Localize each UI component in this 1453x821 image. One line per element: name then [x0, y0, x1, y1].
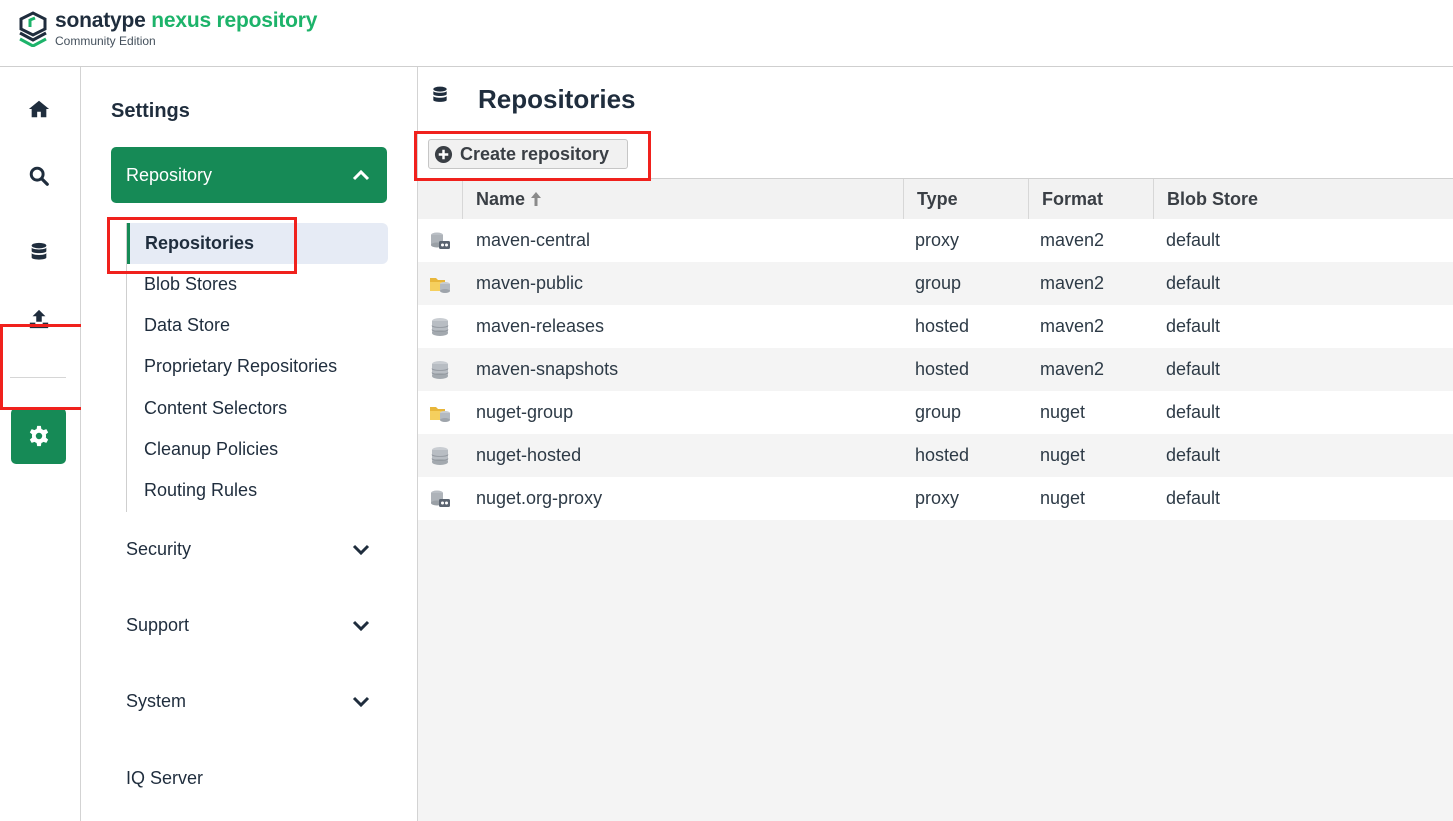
cell-format: nuget	[1040, 488, 1086, 508]
cell-type: group	[915, 402, 962, 422]
chevron-down-icon	[352, 620, 370, 631]
settings-nav: Settings Repository Repositories Blob St…	[81, 67, 418, 821]
cell-name: nuget-hosted	[476, 445, 582, 465]
column-header-format[interactable]: Format	[1028, 179, 1153, 219]
cell-format: maven2	[1040, 316, 1105, 336]
nav-group-label: Support	[126, 615, 190, 635]
group-repo-icon	[429, 274, 451, 294]
table-body: maven-central proxy maven2 default maven-pub…	[418, 219, 1453, 520]
cell-format: nuget	[1040, 402, 1086, 422]
edition-label: Community Edition	[55, 34, 156, 48]
nav-group-label: IQ Server	[126, 768, 204, 788]
table-row[interactable]: maven-central proxy maven2 default	[418, 219, 1453, 262]
column-header-type[interactable]: Type	[903, 179, 1028, 219]
page-title: Repositories	[478, 84, 636, 114]
proxy-repo-icon	[429, 489, 451, 509]
hosted-repo-icon	[429, 446, 451, 466]
table-row[interactable]: nuget-group group nuget default	[418, 391, 1453, 434]
database-icon	[433, 86, 447, 102]
nav-group-support[interactable]: Support	[126, 615, 371, 636]
rail-search-button[interactable]	[25, 162, 53, 190]
icon-rail	[0, 67, 81, 821]
nav-group-repository[interactable]: Repository	[111, 147, 387, 203]
nav-item-data-store[interactable]: Data Store	[144, 315, 230, 336]
sort-ascending-icon	[531, 192, 542, 206]
nav-title: Settings	[111, 100, 190, 122]
cell-blob-store: default	[1166, 445, 1221, 465]
brand-name: sonatype	[55, 9, 146, 32]
table-row[interactable]: maven-public group maven2 default	[418, 262, 1453, 305]
app-header: sonatype nexus repository Community Edit…	[0, 0, 1453, 67]
nav-item-routing-rules[interactable]: Routing Rules	[144, 480, 257, 501]
repositories-table: Name Type Format Blob Store maven-centra…	[418, 178, 1453, 520]
cell-type: proxy	[915, 230, 960, 250]
cell-blob-store: default	[1166, 273, 1221, 293]
chevron-up-icon	[352, 169, 370, 181]
nav-group-label: Repository	[126, 164, 213, 185]
hosted-repo-icon	[429, 360, 451, 380]
rail-settings-button[interactable]	[11, 408, 66, 464]
table-row[interactable]: maven-releases hosted maven2 default	[418, 305, 1453, 348]
highlight-settings-box	[0, 324, 88, 410]
nav-group-system[interactable]: System	[126, 691, 371, 712]
nav-item-content-selectors[interactable]: Content Selectors	[144, 398, 287, 419]
highlight-repositories-box	[107, 217, 297, 274]
rail-home-button[interactable]	[25, 95, 53, 123]
nav-group-label: Security	[126, 539, 192, 559]
proxy-repo-icon	[429, 231, 451, 251]
highlight-create-box	[414, 131, 651, 181]
cell-format: maven2	[1040, 359, 1105, 379]
group-repo-icon	[429, 403, 451, 423]
cell-name: maven-central	[476, 230, 591, 250]
table-row[interactable]: nuget-hosted hosted nuget default	[418, 434, 1453, 477]
home-icon	[28, 100, 50, 118]
cell-type: hosted	[915, 316, 970, 336]
column-header-blob-store[interactable]: Blob Store	[1153, 179, 1453, 219]
cell-type: proxy	[915, 488, 960, 508]
cell-name: nuget.org-proxy	[476, 488, 603, 508]
cell-type: hosted	[915, 445, 970, 465]
rail-browse-button[interactable]	[25, 238, 53, 266]
cell-name: maven-snapshots	[476, 359, 619, 379]
nav-item-blob-stores[interactable]: Blob Stores	[144, 274, 237, 295]
product-name: nexus repository	[151, 9, 318, 32]
gear-icon	[29, 425, 48, 447]
cell-format: maven2	[1040, 273, 1105, 293]
table-row[interactable]: nuget.org-proxy proxy nuget default	[418, 477, 1453, 520]
database-icon	[31, 242, 47, 260]
sonatype-logo-icon	[19, 11, 47, 47]
nav-group-security[interactable]: Security	[126, 539, 371, 560]
cell-type: hosted	[915, 359, 970, 379]
hosted-repo-icon	[429, 317, 451, 337]
search-icon	[29, 166, 49, 186]
nav-item-cleanup-policies[interactable]: Cleanup Policies	[144, 439, 278, 460]
cell-format: nuget	[1040, 445, 1086, 465]
cell-name: maven-public	[476, 273, 584, 293]
nav-group-iq-server[interactable]: IQ Server	[126, 768, 371, 789]
chevron-down-icon	[352, 544, 370, 555]
cell-type: group	[915, 273, 962, 293]
cell-blob-store: default	[1166, 230, 1221, 250]
cell-blob-store: default	[1166, 402, 1221, 422]
cell-blob-store: default	[1166, 316, 1221, 336]
table-row[interactable]: maven-snapshots hosted maven2 default	[418, 348, 1453, 391]
logo[interactable]: sonatype nexus repository Community Edit…	[18, 9, 317, 48]
chevron-down-icon	[352, 696, 370, 707]
cell-name: nuget-group	[476, 402, 574, 422]
cell-format: maven2	[1040, 230, 1105, 250]
cell-blob-store: default	[1166, 488, 1221, 508]
nav-item-proprietary-repositories[interactable]: Proprietary Repositories	[144, 356, 337, 377]
nav-group-label: System	[126, 691, 187, 711]
table-header: Name Type Format Blob Store	[418, 178, 1453, 219]
column-header-name[interactable]: Name	[462, 179, 903, 219]
cell-name: maven-releases	[476, 316, 605, 336]
cell-blob-store: default	[1166, 359, 1221, 379]
